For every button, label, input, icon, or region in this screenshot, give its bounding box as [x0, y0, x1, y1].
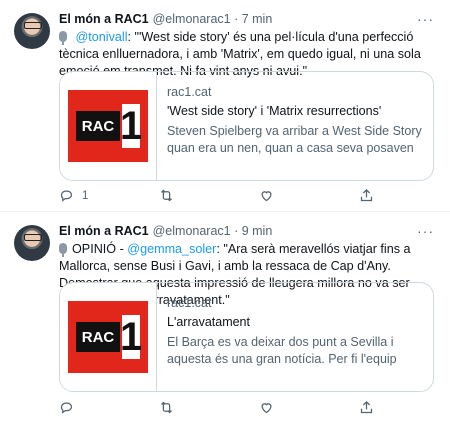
- card-domain: rac1.cat: [167, 296, 212, 310]
- rac1-logo: RAC 1: [68, 90, 148, 162]
- card-description: El Barça es va deixar dos punt a Sevilla…: [167, 335, 397, 366]
- share-button[interactable]: [359, 400, 450, 415]
- card-domain: rac1.cat: [167, 85, 212, 99]
- retweet-icon: [161, 401, 172, 414]
- share-icon: [360, 400, 373, 414]
- card-thumbnail: RAC 1: [60, 283, 157, 391]
- card-thumbnail: RAC 1: [60, 72, 157, 180]
- rac1-logo: RAC 1: [68, 301, 148, 373]
- tweet-actions: 1: [59, 188, 450, 203]
- reply-button[interactable]: 1: [59, 188, 159, 203]
- share-icon: [360, 188, 373, 202]
- retweet-button[interactable]: [159, 400, 259, 415]
- author-name[interactable]: El món a RAC1: [59, 12, 149, 26]
- retweet-icon: [161, 189, 172, 202]
- author-handle-time[interactable]: @elmonarac1 · 7 min: [153, 12, 273, 26]
- like-button[interactable]: [259, 188, 359, 203]
- link-card[interactable]: RAC 1 rac1.cat L'arravatament El Barça e…: [59, 282, 434, 392]
- retweet-button[interactable]: [159, 188, 259, 203]
- reply-button[interactable]: [59, 400, 159, 415]
- tweet[interactable]: El món a RAC1 @elmonarac1 · 9 min ··· OP…: [0, 212, 450, 424]
- avatar[interactable]: [14, 225, 50, 261]
- reply-icon: [60, 402, 73, 414]
- logo-text: RAC: [76, 322, 120, 352]
- link-card[interactable]: RAC 1 rac1.cat 'West side story' i 'Matr…: [59, 71, 434, 181]
- reply-count: 1: [82, 189, 89, 202]
- logo-number: 1: [119, 315, 143, 359]
- share-button[interactable]: [359, 188, 450, 203]
- tweet-text-prefix: OPINIÓ -: [72, 242, 128, 256]
- author-handle-time[interactable]: @elmonarac1 · 9 min: [153, 224, 273, 238]
- logo-number: 1: [119, 104, 143, 148]
- microphone-icon: [59, 243, 67, 257]
- more-options-icon[interactable]: ···: [417, 223, 434, 239]
- card-title: 'West side story' i 'Matrix resurrection…: [167, 104, 382, 118]
- like-button[interactable]: [259, 400, 359, 415]
- tweet-actions: [59, 400, 450, 415]
- author-name[interactable]: El món a RAC1: [59, 224, 149, 238]
- microphone-icon: [59, 31, 67, 45]
- card-description: Steven Spielberg va arribar a West Side …: [167, 124, 422, 155]
- logo-text: RAC: [76, 111, 120, 141]
- card-title: L'arravatament: [167, 315, 250, 329]
- tweet[interactable]: El món a RAC1 @elmonarac1 · 7 min ··· @t…: [0, 0, 450, 212]
- avatar[interactable]: [14, 13, 50, 49]
- reply-icon: [60, 190, 73, 202]
- mention-link[interactable]: @tonivall: [76, 30, 128, 44]
- more-options-icon[interactable]: ···: [417, 11, 434, 27]
- like-icon: [261, 191, 272, 202]
- like-icon: [261, 403, 272, 414]
- mention-link[interactable]: @gemma_soler: [127, 242, 216, 256]
